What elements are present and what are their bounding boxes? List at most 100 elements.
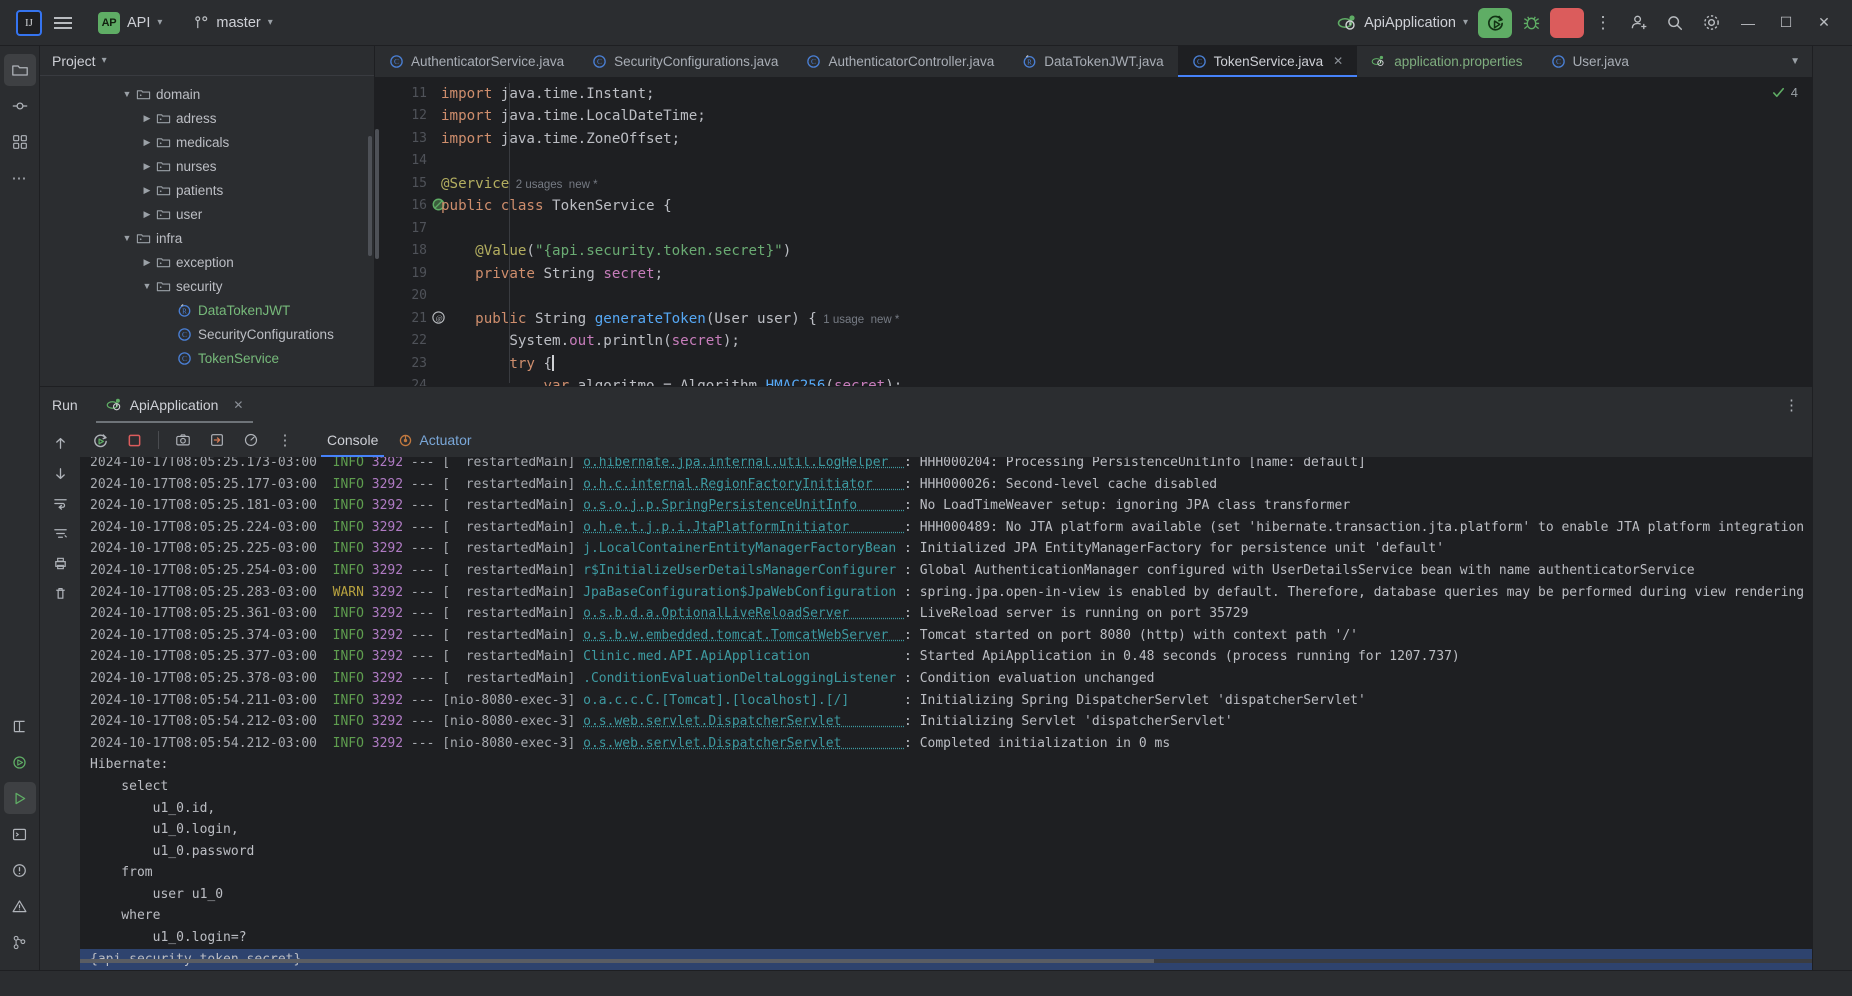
code-area[interactable]: 11 12 13 14 15 16 17 18 19 20 21 @ 22 23 24 import jav… (375, 76, 1812, 386)
code-line[interactable]: import java.time.Instant; (433, 83, 1812, 106)
chevron-right-icon[interactable]: ▶ (140, 113, 154, 124)
sidebar-item-problems[interactable] (4, 854, 36, 886)
tree-item[interactable]: ▶ nurses (40, 154, 374, 178)
run-configuration-selector[interactable]: ApiApplication ▾ (1329, 10, 1476, 36)
close-icon[interactable]: ✕ (233, 398, 243, 412)
rerun-button[interactable] (1478, 7, 1512, 38)
code-line[interactable]: System.out.println(secret); (433, 330, 1812, 353)
code-line[interactable]: import java.time.LocalDateTime; (433, 105, 1812, 128)
tree-item[interactable]: C TokenService (40, 346, 374, 370)
inspection-widget[interactable]: 4 (1771, 85, 1798, 100)
stop-button[interactable] (1550, 7, 1584, 38)
settings-button[interactable] (1694, 6, 1728, 40)
chevron-right-icon[interactable]: ▶ (140, 137, 154, 148)
log-logger[interactable]: o.s.web.servlet.DispatcherServlet (583, 736, 904, 751)
sidebar-item-terminal[interactable] (4, 710, 36, 742)
chevron-right-icon[interactable]: ▶ (140, 185, 154, 196)
tree-item[interactable]: C SecurityConfigurations (40, 322, 374, 346)
code-line[interactable]: public String generateToken(User user) {… (433, 308, 1812, 331)
console-tab[interactable]: Console (317, 423, 388, 457)
log-logger[interactable]: o.s.b.d.a.OptionalLiveReloadServer (583, 606, 904, 621)
code-line[interactable]: var algoritmo = Algorithm.HMAC256(secret… (433, 375, 1812, 386)
branch-widget[interactable]: master ▾ (186, 11, 280, 35)
chevron-right-icon[interactable]: ▶ (140, 257, 154, 268)
console-horizontal-scrollbar[interactable] (80, 959, 1812, 963)
editor-tab[interactable]: C TokenService.java ✕ (1177, 46, 1358, 77)
chevron-down-icon[interactable]: ▼ (140, 281, 154, 291)
tree-item[interactable]: ▶ user (40, 202, 374, 226)
code-line[interactable]: import java.time.ZoneOffset; (433, 128, 1812, 151)
scroll-up-button[interactable] (45, 429, 75, 457)
project-panel-header[interactable]: Project ▾ (40, 46, 374, 76)
minimize-window-button[interactable]: — (1730, 6, 1766, 40)
more-button[interactable]: ⋮ (271, 427, 299, 453)
editor-tab-bar[interactable]: C AuthenticatorService.java C SecurityConfi… (375, 46, 1812, 77)
tree-item[interactable]: ▼ infra (40, 226, 374, 250)
rerun-button[interactable] (86, 427, 114, 453)
sidebar-item-commit[interactable] (4, 90, 36, 122)
editor-tab[interactable]: C AuthenticatorController.java (792, 46, 1008, 77)
chevron-down-icon[interactable]: ▼ (120, 89, 134, 99)
add-account-button[interactable] (1622, 6, 1656, 40)
tree-item[interactable]: ▶ medicals (40, 130, 374, 154)
editor-tab[interactable]: C User.java (1537, 46, 1643, 77)
sidebar-item-more[interactable]: ⋯ (4, 162, 36, 194)
code-line[interactable] (433, 150, 1812, 173)
code-line[interactable]: @Service 2 usages new * (433, 173, 1812, 196)
code-line[interactable] (433, 218, 1812, 241)
tree-item[interactable]: R DataTokenJWT (40, 298, 374, 322)
inlay-hint[interactable]: 1 usage new * (817, 314, 899, 326)
console-output[interactable]: 2024-10-17T08:05:25.173-03:00 INFO 3292 … (80, 457, 1812, 970)
clear-all-button[interactable] (45, 579, 75, 607)
chevron-right-icon[interactable]: ▶ (140, 209, 154, 220)
dashboard-button[interactable] (237, 427, 265, 453)
more-actions-button[interactable]: ⋮ (1586, 6, 1620, 40)
project-widget[interactable]: AP API ▾ (90, 8, 170, 38)
maximize-window-button[interactable]: ☐ (1768, 6, 1804, 40)
debug-button[interactable] (1514, 6, 1548, 40)
inlay-hint[interactable]: 2 usages new * (509, 179, 598, 191)
editor-tab[interactable]: R DataTokenJWT.java (1008, 46, 1177, 77)
editor-tab[interactable]: C SecurityConfigurations.java (578, 46, 792, 77)
log-logger[interactable]: o.hibernate.jpa.internal.util.LogHelper (583, 457, 904, 470)
sidebar-item-structure[interactable] (4, 126, 36, 158)
log-logger[interactable]: o.h.c.internal.RegionFactoryInitiator (583, 477, 904, 492)
sidebar-item-terminal2[interactable] (4, 818, 36, 850)
log-logger[interactable]: o.s.web.servlet.DispatcherServlet (583, 714, 904, 729)
close-window-button[interactable]: ✕ (1806, 6, 1842, 40)
console-tab[interactable]: Actuator (388, 423, 481, 457)
chevron-down-icon[interactable]: ▼ (120, 233, 134, 243)
log-logger[interactable]: o.h.e.t.j.p.i.JtaPlatformInitiator (583, 520, 904, 535)
search-everywhere-button[interactable] (1658, 6, 1692, 40)
sidebar-item-warnings[interactable] (4, 890, 36, 922)
code-content[interactable]: import java.time.Instant; import java.tim… (433, 77, 1812, 386)
code-line[interactable]: @Value("{api.security.token.secret}") (433, 240, 1812, 263)
main-menu-button[interactable] (46, 6, 80, 40)
soft-wrap-button[interactable] (45, 489, 75, 517)
editor-tab[interactable]: C AuthenticatorService.java (375, 46, 578, 77)
project-tree[interactable]: ▼ domain ▶ adress ▶ medicals ▶ nurses ▶ patients ▶… (40, 76, 374, 370)
code-line[interactable] (433, 285, 1812, 308)
run-session-tab[interactable]: ApiApplication ✕ (95, 387, 254, 423)
console-tabs[interactable]: Console Actuator (317, 423, 482, 457)
project-tree-scrollbar[interactable] (368, 136, 372, 256)
tree-item[interactable]: ▶ patients (40, 178, 374, 202)
chevron-right-icon[interactable]: ▶ (140, 161, 154, 172)
editor-gutter[interactable]: 11 12 13 14 15 16 17 18 19 20 21 @ 22 23 24 (375, 76, 445, 386)
editor-tab[interactable]: application.properties (1357, 46, 1536, 77)
sidebar-item-version-control[interactable] (4, 926, 36, 958)
stop-button[interactable] (120, 427, 148, 453)
sidebar-item-run[interactable] (3, 782, 36, 814)
run-window-options-button[interactable]: ⋮ (1784, 396, 1800, 414)
print-button[interactable] (45, 549, 75, 577)
camera-button[interactable] (169, 427, 197, 453)
scroll-down-button[interactable] (45, 459, 75, 487)
close-tab-icon[interactable]: ✕ (1333, 54, 1343, 68)
code-line[interactable]: public class TokenService { (433, 195, 1812, 218)
code-line[interactable]: try { (433, 353, 1812, 376)
log-logger[interactable]: o.s.b.w.embedded.tomcat.TomcatWebServer (583, 628, 904, 643)
sidebar-item-services[interactable] (4, 746, 36, 778)
filter-button[interactable] (45, 519, 75, 547)
tree-item[interactable]: ▼ domain (40, 82, 374, 106)
tree-item[interactable]: ▶ exception (40, 250, 374, 274)
